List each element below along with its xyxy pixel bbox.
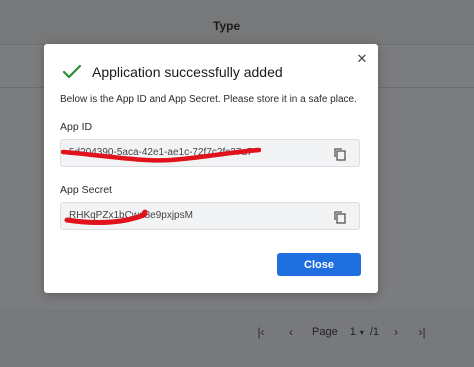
app-secret-value: RHKqPZx1bCwa8e9pxjpsM (69, 210, 193, 221)
page-label: Page (312, 326, 338, 338)
first-page-icon[interactable]: |‹ (250, 325, 272, 339)
close-icon[interactable]: ✕ (354, 51, 370, 67)
app-id-field[interactable]: 5d204390-5aca-42e1-ae1c-72f7c2fc37a7 (60, 139, 360, 167)
chevron-down-icon: ▾ (359, 327, 364, 337)
table-header: Type (0, 0, 474, 45)
copy-icon[interactable] (333, 147, 347, 161)
dialog-header: Application successfully added (62, 64, 283, 80)
app-secret-field[interactable]: RHKqPZx1bCwa8e9pxjpsM (60, 202, 360, 230)
dialog-title: Application successfully added (92, 64, 283, 80)
page-total: /1 (369, 326, 380, 338)
app-id-label: App ID (60, 121, 93, 133)
page-select[interactable]: 1 ▾ (350, 326, 364, 338)
copy-icon[interactable] (333, 210, 347, 224)
dialog-description: Below is the App ID and App Secret. Plea… (60, 94, 357, 105)
app-secret-label: App Secret (60, 184, 112, 196)
pagination: |‹ ‹ Page 1 ▾ /1 › ›| (250, 325, 433, 339)
next-page-icon[interactable]: › (385, 325, 407, 339)
success-dialog: ✕ Application successfully added Below i… (44, 44, 378, 293)
close-button[interactable]: Close (277, 253, 361, 276)
last-page-icon[interactable]: ›| (411, 325, 433, 339)
check-icon (62, 64, 82, 79)
page-value: 1 (349, 326, 356, 338)
app-id-value: 5d204390-5aca-42e1-ae1c-72f7c2fc37a7 (69, 147, 253, 158)
prev-page-icon[interactable]: ‹ (280, 325, 302, 339)
column-header-type: Type (213, 19, 241, 33)
